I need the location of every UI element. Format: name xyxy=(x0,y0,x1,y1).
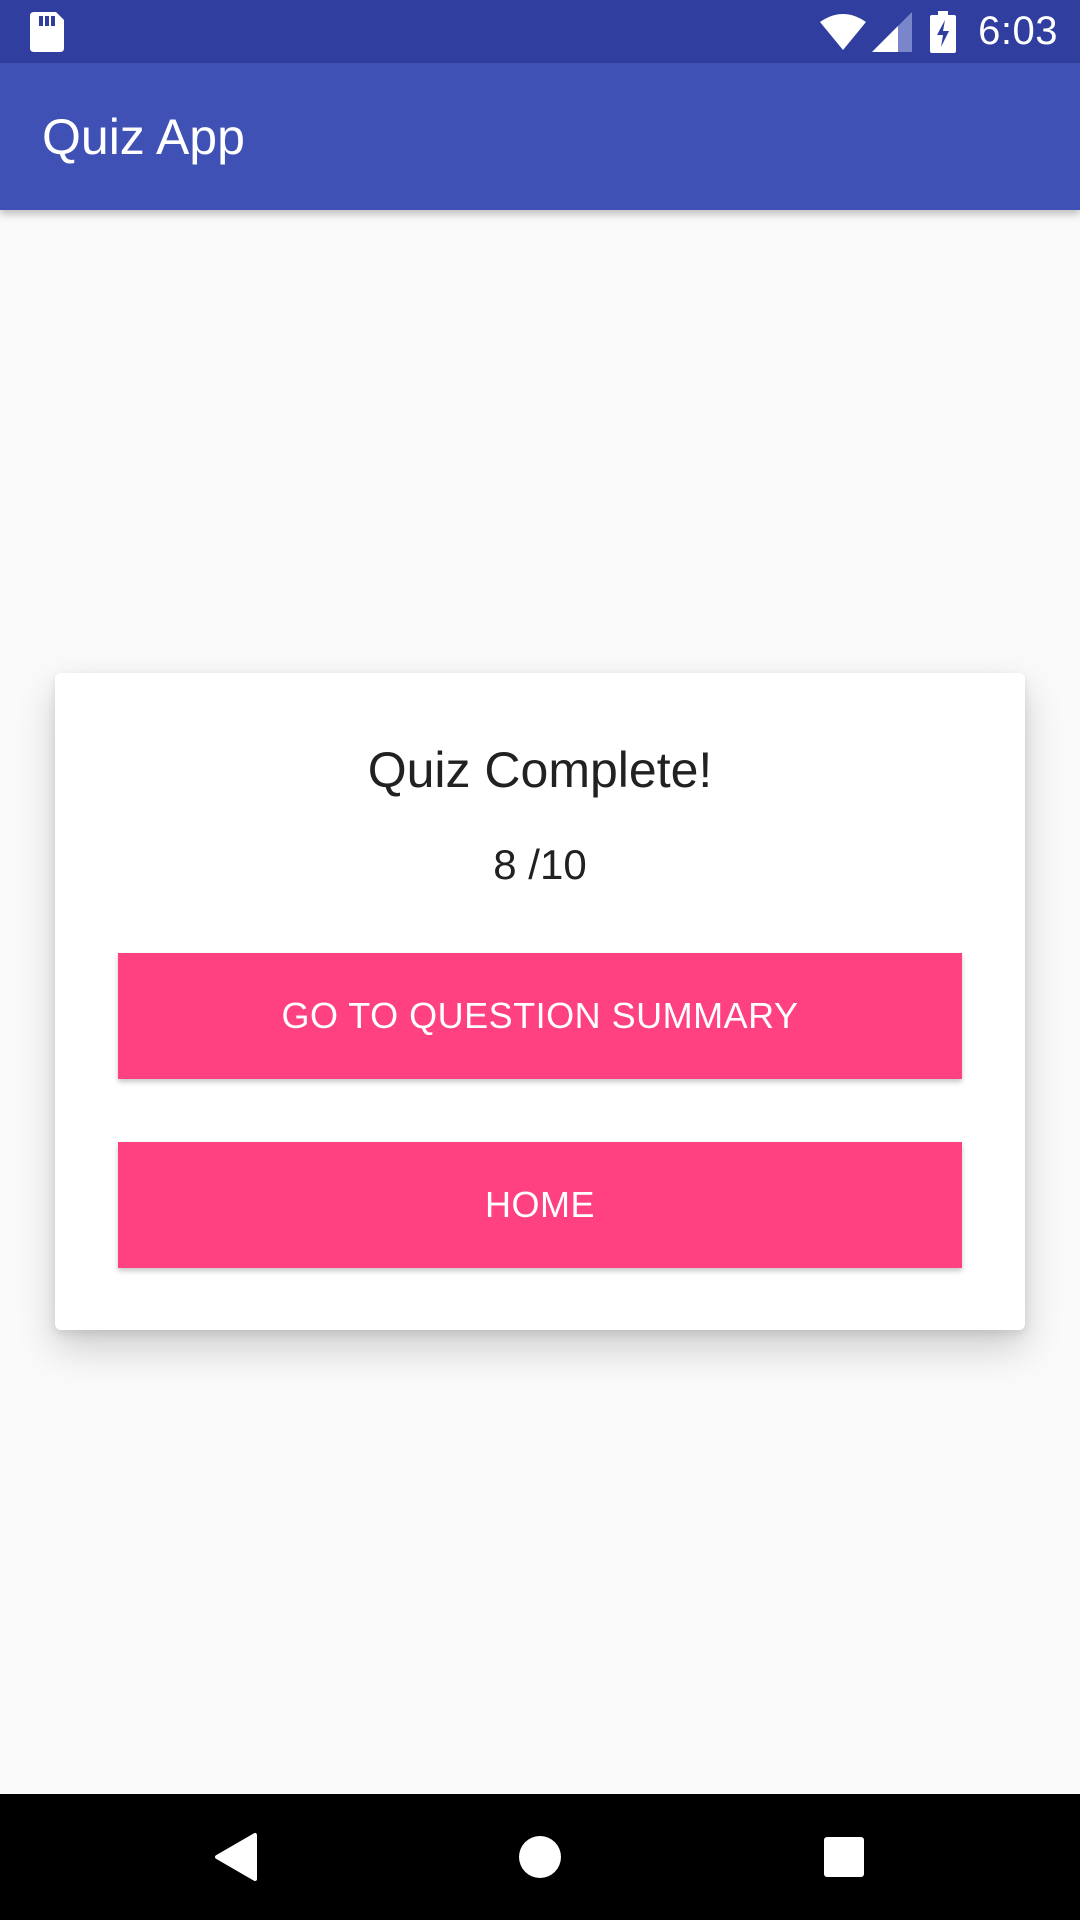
status-icons: 6:03 xyxy=(820,0,1058,63)
app-title: Quiz App xyxy=(42,109,245,165)
score-text: 8 /10 xyxy=(493,841,587,888)
navigation-bar xyxy=(0,1794,1080,1920)
quiz-result-screen: 6:03 Quiz App Quiz Complete! 8 /10 GO TO… xyxy=(0,0,1080,1920)
status-time: 6:03 xyxy=(978,9,1058,53)
result-card: Quiz Complete! 8 /10 GO TO QUESTION SUMM… xyxy=(55,673,1025,1330)
sd-card-icon xyxy=(30,12,64,52)
question-summary-button[interactable]: GO TO QUESTION SUMMARY xyxy=(118,953,962,1079)
back-icon[interactable] xyxy=(207,1827,267,1887)
status-bar: 6:03 xyxy=(0,0,1080,63)
result-title: Quiz Complete! xyxy=(367,742,713,798)
wifi-icon xyxy=(820,13,867,50)
home-button[interactable]: HOME xyxy=(118,1142,962,1268)
home-icon[interactable] xyxy=(510,1827,570,1887)
recents-icon[interactable] xyxy=(814,1827,874,1887)
cell-signal-icon xyxy=(872,11,913,52)
app-bar: Quiz App xyxy=(0,63,1080,210)
battery-charging-icon xyxy=(930,10,957,53)
